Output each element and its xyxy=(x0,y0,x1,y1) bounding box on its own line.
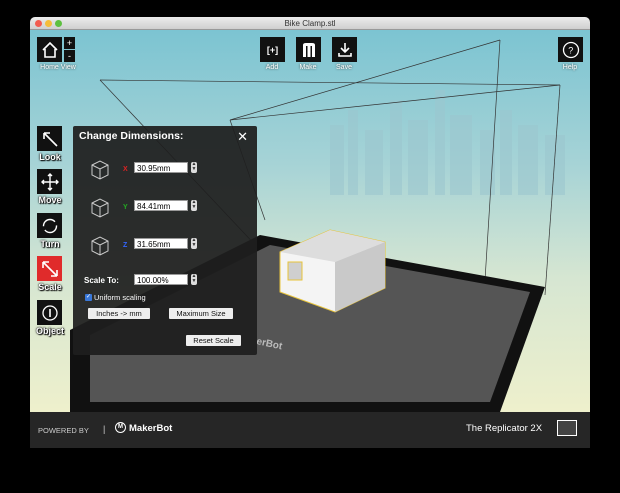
uniform-scaling-label: Uniform scaling xyxy=(94,293,146,302)
footer-separator: | xyxy=(103,424,105,434)
close-panel-button[interactable]: ✕ xyxy=(237,129,248,145)
title-bar: Bike Clamp.stl xyxy=(30,17,590,30)
z-dimension-row: Z 31.65mm ▲▼ xyxy=(87,232,257,262)
save-button[interactable] xyxy=(332,37,357,62)
cube-z-icon xyxy=(87,232,113,258)
help-icon: ? xyxy=(562,41,580,59)
home-view-button[interactable] xyxy=(37,37,62,62)
z-axis-label: Z xyxy=(123,242,127,249)
cube-y-icon xyxy=(87,194,113,220)
look-label: Look xyxy=(30,152,70,162)
zoom-window-button[interactable] xyxy=(55,20,62,27)
reset-scale-button[interactable]: Reset Scale xyxy=(186,335,241,346)
move-label: Move xyxy=(30,195,70,205)
3d-viewport[interactable]: erBot + - Home View [+] Add Make Save ? … xyxy=(30,30,590,412)
x-dimension-row: X 30.95mm ▲▼ xyxy=(87,156,257,186)
y-axis-label: Y xyxy=(123,204,128,211)
home-icon xyxy=(41,41,59,59)
turn-label: Turn xyxy=(30,239,70,249)
change-dimensions-panel: Change Dimensions: ✕ X 30.95mm ▲▼ Y 84.4… xyxy=(73,126,257,355)
printer-name[interactable]: The Replicator 2X xyxy=(466,423,542,434)
add-icon: [+] xyxy=(267,45,278,55)
printer-icon[interactable] xyxy=(557,420,577,436)
makerbot-brand: MakerBot xyxy=(129,423,172,434)
rotate-icon xyxy=(41,217,59,235)
make-button[interactable] xyxy=(296,37,321,62)
home-view-label: Home View xyxy=(34,64,82,71)
help-button[interactable]: ? xyxy=(558,37,583,62)
maximum-size-button[interactable]: Maximum Size xyxy=(169,308,233,319)
object-button[interactable] xyxy=(37,300,62,325)
move-icon xyxy=(41,173,59,191)
add-label: Add xyxy=(252,64,292,71)
y-dimension-input[interactable]: 84.41mm xyxy=(134,200,188,211)
makerbot-m-icon xyxy=(301,42,317,58)
close-window-button[interactable] xyxy=(35,20,42,27)
footer-bar: POWERED BY | M MakerBot The Replicator 2… xyxy=(30,412,590,448)
x-dimension-input[interactable]: 30.95mm xyxy=(134,162,188,173)
turn-button[interactable] xyxy=(37,213,62,238)
y-stepper[interactable]: ▲▼ xyxy=(191,200,197,211)
arrow-icon xyxy=(41,130,59,148)
powered-by-label: POWERED BY xyxy=(38,426,89,435)
panel-title: Change Dimensions: xyxy=(79,130,183,142)
app-window: Bike Clamp.stl erBot xyxy=(30,17,590,448)
cube-x-icon xyxy=(87,156,113,182)
svg-text:?: ? xyxy=(568,45,573,55)
object-label: Object xyxy=(30,326,70,336)
y-dimension-row: Y 84.41mm ▲▼ xyxy=(87,194,257,224)
help-label: Help xyxy=(550,64,590,71)
scale-input[interactable]: 100.00% xyxy=(134,274,188,285)
zoom-in-button[interactable]: + xyxy=(64,37,75,49)
scale-icon xyxy=(41,260,59,278)
download-icon xyxy=(337,42,353,58)
x-stepper[interactable]: ▲▼ xyxy=(191,162,197,173)
z-dimension-input[interactable]: 31.65mm xyxy=(134,238,188,249)
scale-to-label: Scale To: xyxy=(84,276,119,285)
window-title: Bike Clamp.stl xyxy=(284,19,335,28)
save-label: Save xyxy=(324,64,364,71)
scale-button[interactable] xyxy=(37,256,62,281)
look-button[interactable] xyxy=(37,126,62,151)
uniform-scaling-checkbox[interactable]: ✓ xyxy=(85,294,92,301)
scale-label: Scale xyxy=(30,282,70,292)
make-label: Make xyxy=(288,64,328,71)
z-stepper[interactable]: ▲▼ xyxy=(191,238,197,249)
info-icon xyxy=(41,304,59,322)
minimize-window-button[interactable] xyxy=(45,20,52,27)
move-button[interactable] xyxy=(37,169,62,194)
makerbot-logo-icon: M xyxy=(115,422,126,433)
add-button[interactable]: [+] xyxy=(260,37,285,62)
scale-stepper[interactable]: ▲▼ xyxy=(191,274,197,285)
x-axis-label: X xyxy=(123,166,128,173)
inches-to-mm-button[interactable]: Inches -> mm xyxy=(88,308,150,319)
zoom-out-button[interactable]: - xyxy=(64,50,75,62)
